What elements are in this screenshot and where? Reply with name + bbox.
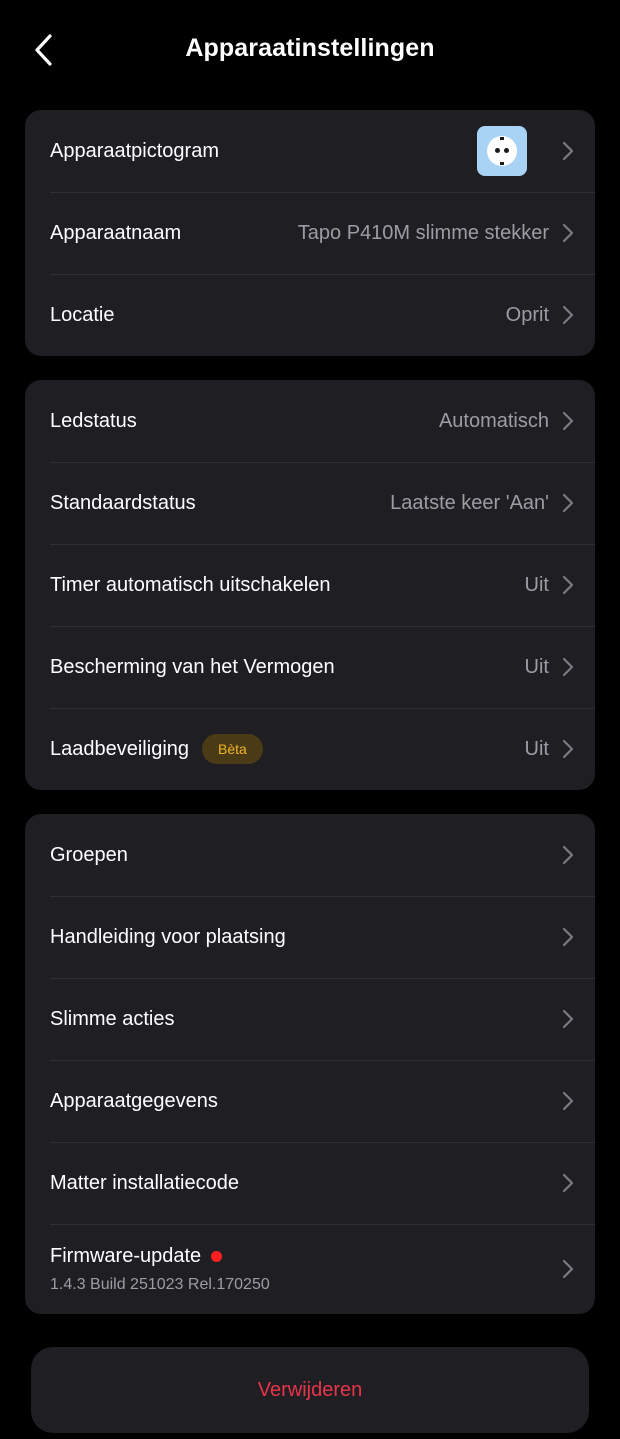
device-behaviour-card: Ledstatus Automatisch Standaardstatus La… [25, 380, 595, 790]
groups-row[interactable]: Groepen [25, 814, 595, 896]
row-label: Handleiding voor plaatsing [50, 925, 286, 948]
chevron-right-icon [561, 1090, 575, 1112]
chevron-right-icon [561, 738, 575, 760]
chevron-right-icon [561, 1258, 575, 1280]
firmware-update-row[interactable]: Firmware-update 1.4.3 Build 251023 Rel.1… [25, 1224, 595, 1314]
device-name-row[interactable]: Apparaatnaam Tapo P410M slimme stekker [25, 192, 595, 274]
device-info-card: Apparaatpictogram Apparaatnaam Tapo P410… [25, 110, 595, 356]
beta-badge: Bèta [202, 734, 263, 764]
device-icon-row[interactable]: Apparaatpictogram [25, 110, 595, 192]
device-extras-card: Groepen Handleiding voor plaatsing Slimm… [25, 814, 595, 1314]
firmware-text: Firmware-update 1.4.3 Build 251023 Rel.1… [50, 1245, 270, 1294]
row-label: Apparaatpictogram [50, 139, 219, 162]
chevron-right-icon [561, 844, 575, 866]
update-available-dot [211, 1250, 223, 1262]
chevron-right-icon [561, 926, 575, 948]
row-label: Timer automatisch uitschakelen [50, 573, 331, 596]
chevron-right-icon [561, 574, 575, 596]
chevron-right-icon [561, 656, 575, 678]
power-socket-icon [477, 126, 527, 176]
led-status-row[interactable]: Ledstatus Automatisch [25, 380, 595, 462]
location-row[interactable]: Locatie Oprit [25, 274, 595, 356]
delete-device-button[interactable]: Verwijderen [31, 1347, 589, 1433]
chevron-right-icon [561, 222, 575, 244]
row-label: Locatie [50, 303, 115, 326]
row-label: Standaardstatus [50, 491, 196, 514]
charge-protection-value: Uit [524, 737, 549, 760]
charge-protection-row[interactable]: Laadbeveiliging Bèta Uit [25, 708, 595, 790]
device-name-value: Tapo P410M slimme stekker [297, 221, 549, 244]
page-title: Apparaatinstellingen [185, 34, 435, 62]
auto-off-timer-value: Uit [524, 573, 549, 596]
row-label: Slimme acties [50, 1007, 175, 1030]
row-label: Apparaatgegevens [50, 1089, 218, 1112]
chevron-right-icon [561, 492, 575, 514]
chevron-right-icon [561, 1172, 575, 1194]
row-label: Groepen [50, 843, 128, 866]
header: Apparaatinstellingen [0, 0, 620, 104]
row-label: Ledstatus [50, 409, 137, 432]
power-protection-row[interactable]: Bescherming van het Vermogen Uit [25, 626, 595, 708]
row-label: Firmware-update [50, 1244, 202, 1267]
row-label: Apparaatnaam [50, 221, 182, 244]
device-info-row[interactable]: Apparaatgegevens [25, 1060, 595, 1142]
auto-off-timer-row[interactable]: Timer automatisch uitschakelen Uit [25, 544, 595, 626]
chevron-right-icon [561, 304, 575, 326]
chevron-right-icon [561, 140, 575, 162]
default-status-row[interactable]: Standaardstatus Laatste keer 'Aan' [25, 462, 595, 544]
firmware-version: 1.4.3 Build 251023 Rel.170250 [50, 1275, 270, 1293]
default-status-value: Laatste keer 'Aan' [390, 491, 549, 514]
power-protection-value: Uit [524, 655, 549, 678]
led-status-value: Automatisch [438, 409, 549, 432]
location-value: Oprit [505, 303, 549, 326]
matter-setup-code-row[interactable]: Matter installatiecode [25, 1142, 595, 1224]
smart-actions-row[interactable]: Slimme acties [25, 978, 595, 1060]
row-label: Matter installatiecode [50, 1171, 239, 1194]
row-label: Laadbeveiliging [50, 737, 190, 760]
row-label: Bescherming van het Vermogen [50, 655, 335, 678]
chevron-right-icon [561, 1008, 575, 1030]
device-settings-screen: Apparaatinstellingen Apparaatpictogram A… [0, 0, 620, 1439]
chevron-right-icon [561, 410, 575, 432]
placement-guide-row[interactable]: Handleiding voor plaatsing [25, 896, 595, 978]
